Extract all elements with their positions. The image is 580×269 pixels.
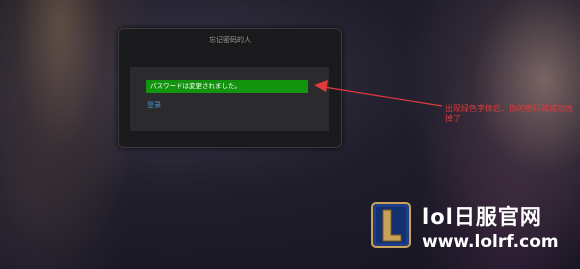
dialog-body bbox=[130, 67, 329, 131]
login-link[interactable]: 登录 bbox=[147, 100, 161, 110]
annotation-text: 出现绿色字体后，你的密码就成功改掉了 bbox=[445, 104, 573, 123]
site-title: lol日服官网 bbox=[422, 205, 542, 229]
success-message: パスワードは変更されました。 bbox=[146, 80, 308, 93]
site-url: www.lolrf.com bbox=[422, 232, 559, 252]
lol-logo-icon bbox=[371, 202, 411, 248]
dialog-title: 忘记密码的人 bbox=[209, 36, 251, 44]
